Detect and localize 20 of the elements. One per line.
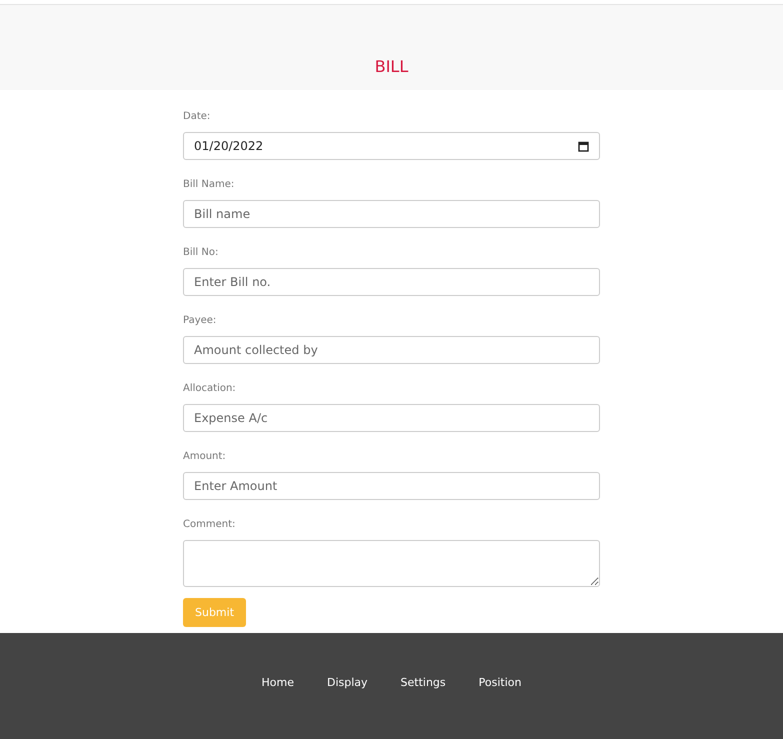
text-field[interactable]: Enter Bill no. (183, 268, 600, 296)
field-label: Bill Name: (183, 179, 236, 191)
date-field[interactable]: 01/20/2022 (183, 132, 600, 160)
text-field[interactable]: Bill name (183, 200, 600, 228)
page-title: BILL (374, 57, 408, 76)
field-label: Bill No: (183, 247, 220, 259)
footer-link[interactable]: Display (326, 676, 368, 739)
field-label: Amount: (183, 451, 227, 463)
footer-link[interactable]: Position (478, 676, 522, 739)
text-field[interactable]: Expense A/c (183, 404, 600, 432)
footer-link[interactable]: Home (262, 676, 294, 739)
text-field[interactable]: Amount collected by (183, 336, 600, 364)
calendar-icon[interactable] (578, 140, 589, 152)
footer-link[interactable]: Settings (400, 676, 446, 739)
field-label: Comment: (183, 519, 236, 531)
field-label: Date: (183, 111, 212, 123)
comment-field[interactable] (183, 540, 600, 587)
field-label: Allocation: (183, 383, 237, 395)
field-label: Payee: (183, 315, 218, 327)
text-field[interactable]: Enter Amount (183, 472, 600, 500)
